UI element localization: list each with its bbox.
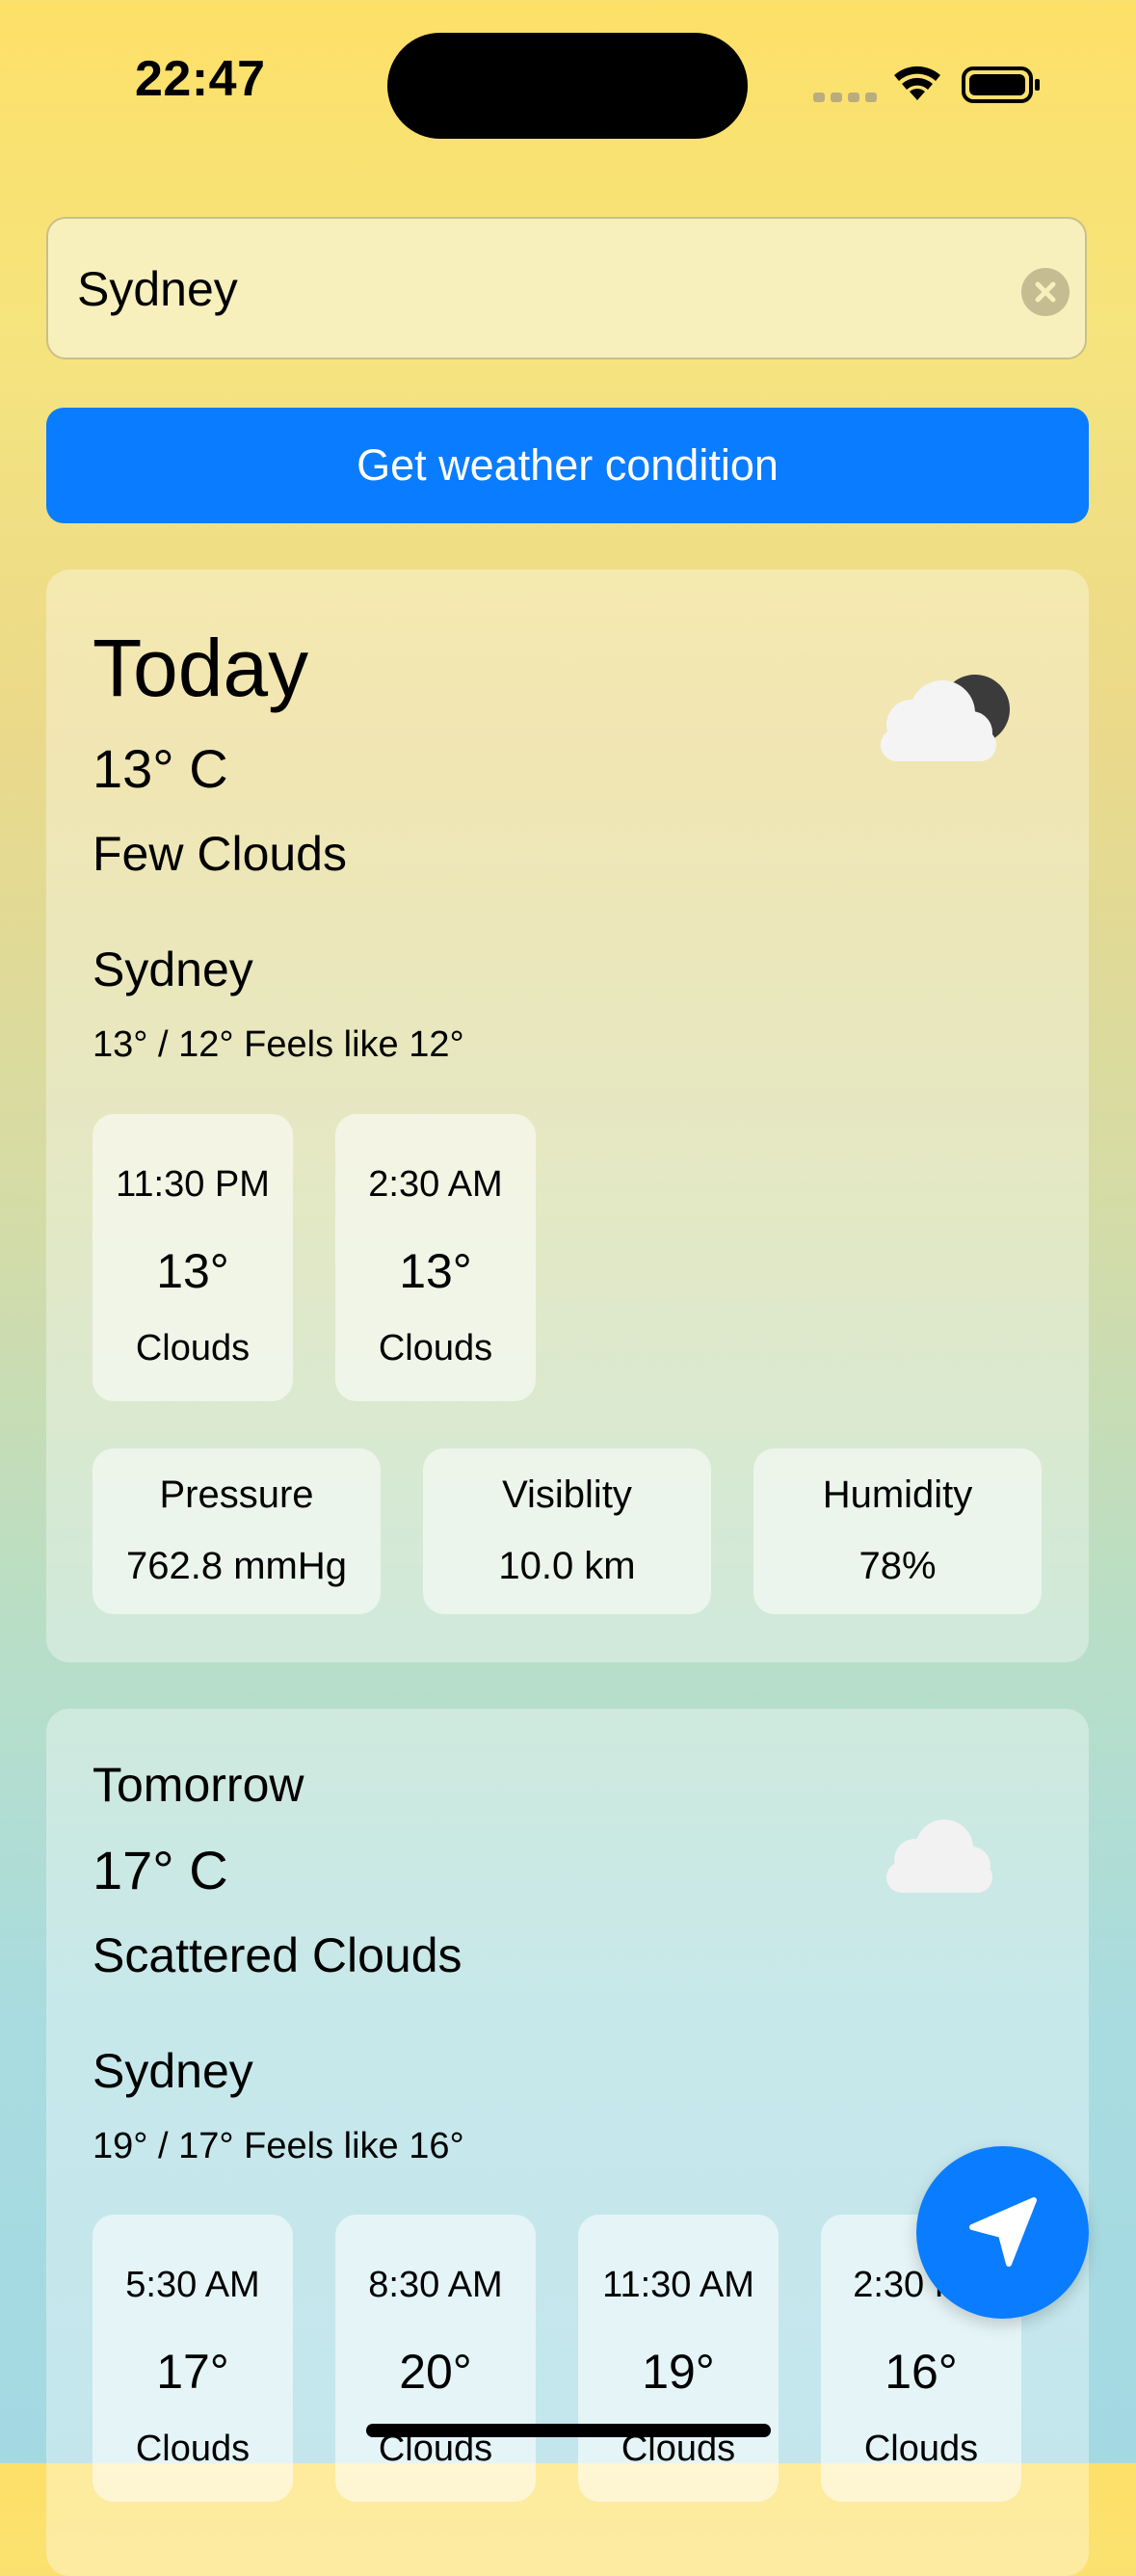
tomorrow-condition: Scattered Clouds (92, 1928, 462, 1982)
hourly-temp: 19° (642, 2345, 715, 2399)
current-location-button[interactable] (916, 2146, 1089, 2319)
today-city: Sydney (92, 943, 253, 996)
today-condition: Few Clouds (92, 827, 347, 881)
stat-label: Pressure (159, 1474, 314, 1516)
hourly-temp: 16° (885, 2345, 958, 2399)
city-search-field[interactable]: Sydney (46, 217, 1087, 359)
hourly-time: 11:30 PM (116, 1164, 270, 1205)
home-indicator[interactable] (366, 2424, 771, 2437)
stat-label: Visiblity (502, 1474, 632, 1516)
today-temperature: 13° C (92, 738, 228, 799)
today-range: 13° / 12° Feels like 12° (92, 1024, 464, 1065)
hourly-time: 5:30 AM (125, 2265, 260, 2305)
hourly-item: 11:30 AM 19° Clouds (578, 2215, 779, 2502)
stat-value: 78% (859, 1545, 937, 1587)
location-arrow-icon (969, 2197, 1037, 2267)
humidity-stat: Humidity 78% (753, 1448, 1042, 1614)
cloud-icon (877, 1812, 1012, 1899)
status-icons (809, 58, 1041, 112)
hourly-time: 11:30 AM (602, 2265, 754, 2305)
hourly-condition: Clouds (135, 2429, 251, 2469)
hourly-item: 8:30 AM 20° Clouds (335, 2215, 536, 2502)
hourly-item: 2:30 AM 13° Clouds (335, 1114, 536, 1401)
battery-icon (962, 66, 1040, 103)
hourly-item: 11:30 PM 13° Clouds (92, 1114, 293, 1401)
clear-button[interactable] (1021, 268, 1070, 316)
tomorrow-city: Sydney (92, 2044, 253, 2098)
visibility-stat: Visiblity 10.0 km (423, 1448, 711, 1614)
pressure-stat: Pressure 762.8 mmHg (92, 1448, 381, 1614)
city-search-input[interactable]: Sydney (77, 261, 238, 317)
stat-label: Humidity (822, 1474, 973, 1516)
close-icon (1035, 281, 1056, 303)
tomorrow-temperature: 17° C (92, 1840, 228, 1900)
stat-value: 762.8 mmHg (126, 1545, 347, 1587)
tomorrow-heading: Tomorrow (92, 1758, 304, 1812)
cloud-moon-icon (867, 665, 1021, 771)
hourly-temp: 13° (156, 1244, 229, 1298)
hourly-condition: Clouds (135, 1328, 251, 1368)
stat-value: 10.0 km (498, 1545, 636, 1587)
hourly-item: 5:30 AM 17° Clouds (92, 2215, 293, 2502)
hourly-condition: Clouds (863, 2429, 979, 2469)
dynamic-island (387, 33, 748, 139)
hourly-temp: 20° (399, 2345, 472, 2399)
hourly-condition: Clouds (378, 1328, 493, 1368)
hourly-temp: 13° (399, 1244, 472, 1298)
hourly-time: 8:30 AM (368, 2265, 503, 2305)
status-time: 22:47 (135, 51, 266, 107)
tomorrow-range: 19° / 17° Feels like 16° (92, 2126, 464, 2166)
signal-icon (813, 93, 877, 102)
get-weather-button[interactable]: Get weather condition (46, 408, 1089, 523)
hourly-temp: 17° (156, 2345, 229, 2399)
hourly-time: 2:30 AM (368, 1164, 503, 1205)
wifi-icon (894, 66, 940, 100)
today-heading: Today (92, 623, 309, 713)
